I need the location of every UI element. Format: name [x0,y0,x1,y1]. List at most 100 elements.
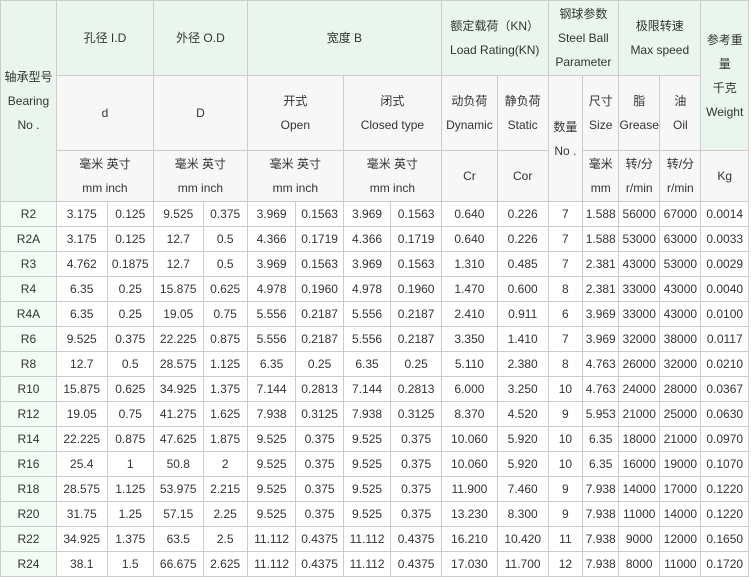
header-count: 数量 No . [547,75,584,202]
table-cell: 0.1960 [390,276,442,302]
table-cell: 7 [547,201,584,227]
table-cell: 19.05 [55,401,108,427]
table-cell: 0.1650 [700,526,749,552]
table-row: R6 9.525 0.375 22.225 0.875 5.556 0.2187 5.556 0… [0,326,749,352]
table-cell: 2.410 [440,301,498,327]
unit-outer-en: mm inch [177,181,224,195]
table-cell: 34.925 [152,376,204,402]
table-cell: 0.375 [295,501,344,527]
bearing-model-cell: R20 [0,501,57,527]
table-cell: 26000 [618,351,661,377]
header-max-speed-cn: 极限转速 [635,19,684,33]
table-cell: 0.5 [106,351,154,377]
table-cell: 1.125 [106,476,154,502]
table-cell: 2.380 [496,351,549,377]
bearing-model-cell: R8 [0,351,57,377]
table-cell: 1.625 [202,401,248,427]
table-cell: 4.366 [342,226,392,252]
header-static-en: Static [507,118,538,132]
table-cell: 0.375 [390,476,442,502]
table-cell: 13.230 [440,501,498,527]
table-cell: 3.969 [246,201,297,227]
header-weight-cn2: 量 [718,56,731,71]
header-weight-cn3: 千克 [712,80,737,95]
table-cell: 12.7 [55,351,108,377]
header-width: 宽度 B [246,0,442,76]
table-cell: 9 [547,476,584,502]
table-cell: 28.575 [55,476,108,502]
header-size-en: Size [589,118,613,132]
header-open-cn: 开式 [283,94,308,108]
table-cell: 10.420 [496,526,549,552]
table-cell: 0.375 [390,501,442,527]
unit-closed: 毫米 英寸 mm inch [342,150,442,202]
table-cell: 5.556 [246,326,297,352]
table-cell: 0.0210 [700,351,749,377]
header-open-en: Open [280,118,311,132]
unit-bore-en: mm inch [82,181,128,195]
table-cell: 0.25 [106,276,154,302]
table-cell: 11.112 [246,551,297,577]
table-cell: 7 [547,226,584,252]
table-cell: 0.2187 [390,326,442,352]
table-cell: 7.460 [496,476,549,502]
table-cell: 1.588 [582,201,620,227]
header-open: 开式 Open [246,75,344,151]
unit-grease-cn: 转/分 [625,157,653,171]
table-cell: 11.700 [496,551,549,577]
table-cell: 0.125 [106,201,154,227]
header-steel-ball-en: Steel Ball [557,31,609,45]
table-cell: 43000 [659,276,702,302]
bearing-model-cell: R24 [0,551,57,577]
table-row: R4 6.35 0.25 15.875 0.625 4.978 0.1960 4.978 0.1… [0,276,749,302]
header-bearing-model-en: Bearing [7,94,50,108]
table-cell: 1.375 [202,376,248,402]
table-cell: 0.1563 [390,201,442,227]
table-cell: 12.7 [152,226,204,252]
table-cell: 0.0100 [700,301,749,327]
table-cell: 18000 [618,426,661,452]
table-cell: 0.1875 [106,251,154,277]
table-row: R8 12.7 0.5 28.575 1.125 6.35 0.25 6.35 0.25 5.11… [0,351,749,377]
table-cell: 6.35 [55,301,108,327]
bearing-model-cell: R3 [0,251,57,277]
table-cell: 10 [547,376,584,402]
table-cell: 9.525 [342,501,392,527]
table-cell: 6.35 [55,276,108,302]
table-cell: 0.75 [106,401,154,427]
table-cell: 8000 [618,551,661,577]
header-closed-en: Closed type [360,118,425,132]
header-static: 静负荷 Static [496,75,549,151]
table-cell: 0.375 [295,476,344,502]
table-cell: 6 [547,301,584,327]
table-cell: 5.556 [246,301,297,327]
table-cell: 0.4375 [390,551,442,577]
table-cell: 11.112 [342,551,392,577]
bearing-model-cell: R16 [0,451,57,477]
bearing-model-cell: R22 [0,526,57,552]
table-cell: 0.0033 [700,226,749,252]
table-row: R22 34.925 1.375 63.5 2.5 11.112 0.4375 11.112 0… [0,526,749,552]
table-cell: 0.1720 [700,551,749,577]
table-row: R10 15.875 0.625 34.925 1.375 7.144 0.2813 7.14… [0,376,749,402]
table-cell: 9.525 [246,451,297,477]
header-cor: Cor [496,150,549,202]
header-count-en: No . [554,143,577,158]
table-cell: 25.4 [55,451,108,477]
table-cell: 9 [547,401,584,427]
header-oil-en: Oil [673,118,688,132]
unit-weight: Kg [700,150,749,202]
table-cell: 0.875 [106,426,154,452]
table-cell: 0.911 [496,301,549,327]
table-cell: 1 [106,451,154,477]
table-cell: 25000 [659,401,702,427]
table-cell: 6.35 [582,451,620,477]
bearing-model-cell: R14 [0,426,57,452]
header-load-rating-cn: 额定载荷（KN） [450,19,540,33]
table-cell: 0.625 [106,376,154,402]
table-cell: 3.175 [55,226,108,252]
table-cell: 0.1220 [700,476,749,502]
table-cell: 57.15 [152,501,204,527]
header-bearing-model-cn: 轴承型号 [4,70,53,84]
table-cell: 0.375 [295,451,344,477]
